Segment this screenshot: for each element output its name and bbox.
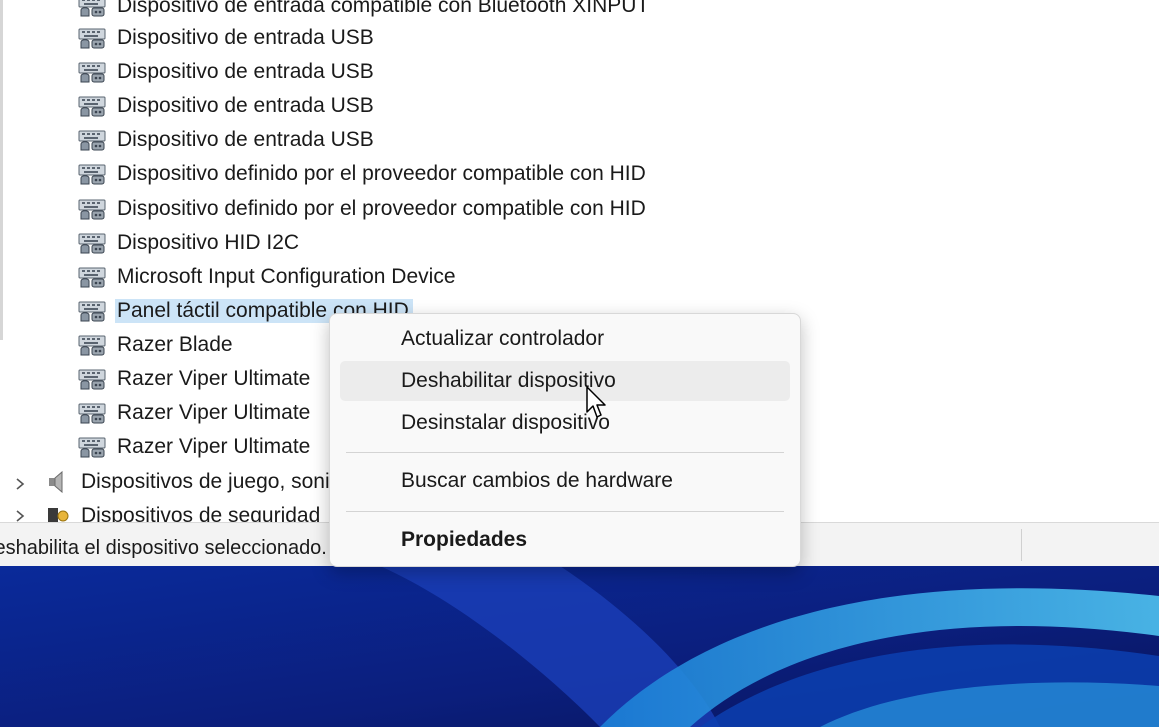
tree-item-label: Dispositivo de entrada compatible con Bl… [117, 0, 650, 17]
tree-item-label: Dispositivo HID I2C [117, 231, 300, 254]
menu-item-uninstall-device[interactable]: Desinstalar dispositivo [340, 403, 790, 443]
hid-device-icon [78, 301, 106, 322]
menu-separator [346, 511, 784, 512]
hid-device-icon [78, 96, 106, 117]
tree-item-device[interactable]: Dispositivo definido por el proveedor co… [77, 159, 646, 189]
tree-item-label: Razer Viper Ultimate [117, 401, 311, 424]
mouse-cursor-icon [586, 386, 606, 418]
tree-item-device[interactable]: Razer Viper Ultimate [77, 364, 310, 394]
tree-item-device[interactable]: Dispositivo de entrada compatible con Bl… [77, 0, 649, 21]
menu-item-disable-device[interactable]: Deshabilitar dispositivo [340, 361, 790, 401]
hid-device-icon [78, 28, 106, 49]
tree-item-label: Dispositivo de entrada USB [117, 94, 374, 117]
menu-item-update-driver[interactable]: Actualizar controlador [340, 319, 790, 359]
hid-device-icon [78, 437, 106, 458]
tree-item-label: Razer Blade [117, 333, 233, 356]
hid-device-icon [78, 335, 106, 356]
menu-item-label: Propiedades [401, 528, 528, 551]
hid-device-icon [78, 233, 106, 254]
tree-item-device[interactable]: Razer Blade [77, 330, 233, 360]
menu-item-label: Deshabilitar dispositivo [401, 369, 616, 392]
desktop-wallpaper [0, 566, 1159, 727]
window-left-border [0, 0, 3, 340]
status-text: Deshabilita el dispositivo seleccionado. [0, 537, 327, 559]
wallpaper-image [0, 566, 1159, 727]
expand-chevron-icon[interactable] [14, 478, 26, 490]
speaker-icon [49, 470, 63, 494]
hid-device-icon [78, 0, 106, 17]
menu-item-label: Desinstalar dispositivo [401, 411, 610, 434]
tree-item-label: Razer Viper Ultimate [117, 367, 311, 390]
expand-chevron-icon[interactable] [14, 510, 26, 522]
menu-item-properties[interactable]: Propiedades [340, 520, 790, 560]
tree-item-device[interactable]: Razer Viper Ultimate [77, 398, 310, 428]
tree-item-device[interactable]: Dispositivo de entrada USB [77, 23, 374, 53]
menu-item-scan-hardware[interactable]: Buscar cambios de hardware [340, 461, 790, 501]
hid-device-icon [78, 130, 106, 151]
tree-item-label: Dispositivo de entrada USB [117, 60, 374, 83]
hid-device-icon [78, 199, 106, 220]
tree-item-label: Razer Viper Ultimate [117, 435, 311, 458]
tree-item-device[interactable]: Dispositivo de entrada USB [77, 125, 374, 155]
tree-item-device[interactable]: Razer Viper Ultimate [77, 432, 310, 462]
status-divider [1021, 529, 1022, 561]
context-menu: Actualizar controlador Deshabilitar disp… [329, 313, 801, 567]
tree-item-label: Microsoft Input Configuration Device [117, 265, 456, 288]
menu-item-label: Buscar cambios de hardware [401, 469, 673, 492]
tree-item-device[interactable]: Dispositivo de entrada USB [77, 57, 374, 87]
tree-item-label: Dispositivo definido por el proveedor co… [117, 197, 646, 220]
menu-separator [346, 452, 784, 453]
hid-device-icon [78, 403, 106, 424]
hid-device-icon [78, 369, 106, 390]
tree-item-device[interactable]: Dispositivo de entrada USB [77, 91, 374, 121]
tree-item-label: Dispositivo definido por el proveedor co… [117, 162, 646, 185]
hid-device-icon [78, 62, 106, 83]
tree-item-label: Dispositivo de entrada USB [117, 26, 374, 49]
menu-item-label: Actualizar controlador [401, 327, 605, 350]
hid-device-icon [78, 267, 106, 288]
tree-item-label: Dispositivo de entrada USB [117, 128, 374, 151]
tree-item-device[interactable]: Dispositivo HID I2C [77, 228, 299, 258]
tree-item-device[interactable]: Dispositivo definido por el proveedor co… [77, 194, 646, 224]
hid-device-icon [78, 164, 106, 185]
tree-item-device[interactable]: Microsoft Input Configuration Device [77, 262, 456, 292]
